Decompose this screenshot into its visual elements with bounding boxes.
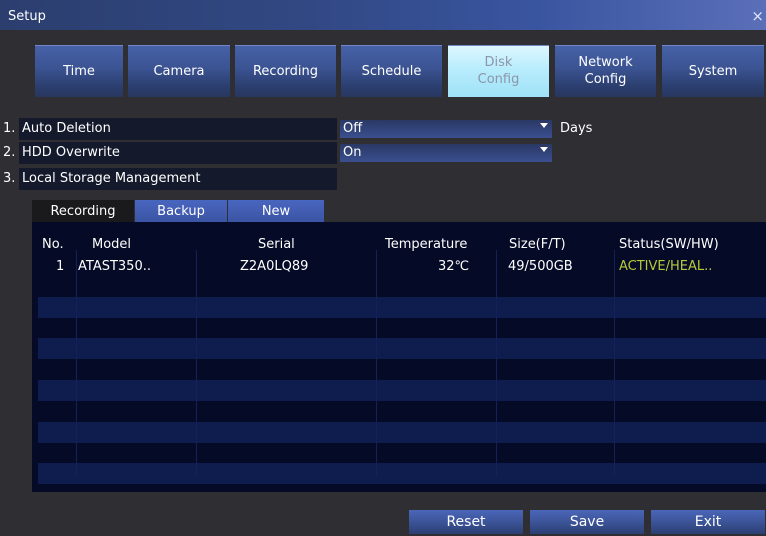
header-no: No. <box>42 237 64 252</box>
table-row-empty <box>38 380 766 401</box>
save-button[interactable]: Save <box>530 510 644 534</box>
auto-deletion-value: Off <box>343 121 363 136</box>
title-bar: Setup × <box>0 0 766 30</box>
tab-disk-config[interactable]: Disk Config <box>448 45 549 97</box>
subtab-new[interactable]: New <box>228 200 324 222</box>
header-temperature: Temperature <box>385 237 468 252</box>
tab-system[interactable]: System <box>662 45 764 97</box>
table-row-empty <box>38 338 766 359</box>
hdd-overwrite-number: 2. <box>3 145 16 160</box>
header-model: Model <box>92 237 132 252</box>
tab-recording[interactable]: Recording <box>235 45 336 97</box>
auto-deletion-label: Auto Deletion <box>19 118 337 140</box>
row1-no: 1 <box>56 259 65 274</box>
table-row-empty <box>38 422 766 443</box>
hdd-overwrite-dropdown[interactable]: On <box>340 144 552 162</box>
subtab-recording[interactable]: Recording <box>32 200 134 222</box>
row1-size: 49/500GB <box>508 259 573 274</box>
chevron-down-icon <box>540 147 548 152</box>
column-divider <box>376 250 377 476</box>
row1-serial: Z2A0LQ89 <box>240 259 309 274</box>
tab-network-config[interactable]: Network Config <box>555 45 656 97</box>
row1-status: ACTIVE/HEAL.. <box>619 259 713 274</box>
tab-schedule[interactable]: Schedule <box>341 45 442 97</box>
window-title: Setup <box>8 9 46 24</box>
hdd-overwrite-value: On <box>343 145 362 160</box>
header-serial: Serial <box>258 237 295 252</box>
chevron-down-icon <box>540 123 548 128</box>
local-storage-label: Local Storage Management <box>19 168 337 190</box>
setup-window: Setup × Time Camera Recording Schedule D… <box>0 0 766 536</box>
days-unit-label: Days <box>560 121 593 136</box>
tab-camera[interactable]: Camera <box>128 45 230 97</box>
row1-temperature: 32℃ <box>438 259 470 274</box>
tab-time[interactable]: Time <box>35 45 123 97</box>
auto-deletion-dropdown[interactable]: Off <box>340 120 552 138</box>
header-status: Status(SW/HW) <box>619 237 719 252</box>
subtab-backup[interactable]: Backup <box>135 200 227 222</box>
reset-button[interactable]: Reset <box>409 510 523 534</box>
table-row-empty <box>38 297 766 318</box>
table-row-empty <box>38 463 766 484</box>
column-divider <box>614 250 615 476</box>
local-storage-number: 3. <box>3 171 16 186</box>
column-divider <box>196 250 197 476</box>
close-icon[interactable]: × <box>751 7 764 25</box>
header-size: Size(F/T) <box>509 237 566 252</box>
hdd-overwrite-label: HDD Overwrite <box>19 142 337 164</box>
row1-model: ATAST350.. <box>78 259 151 274</box>
column-divider <box>496 250 497 476</box>
auto-deletion-number: 1. <box>3 121 16 136</box>
exit-button[interactable]: Exit <box>651 510 765 534</box>
column-divider <box>76 250 77 476</box>
